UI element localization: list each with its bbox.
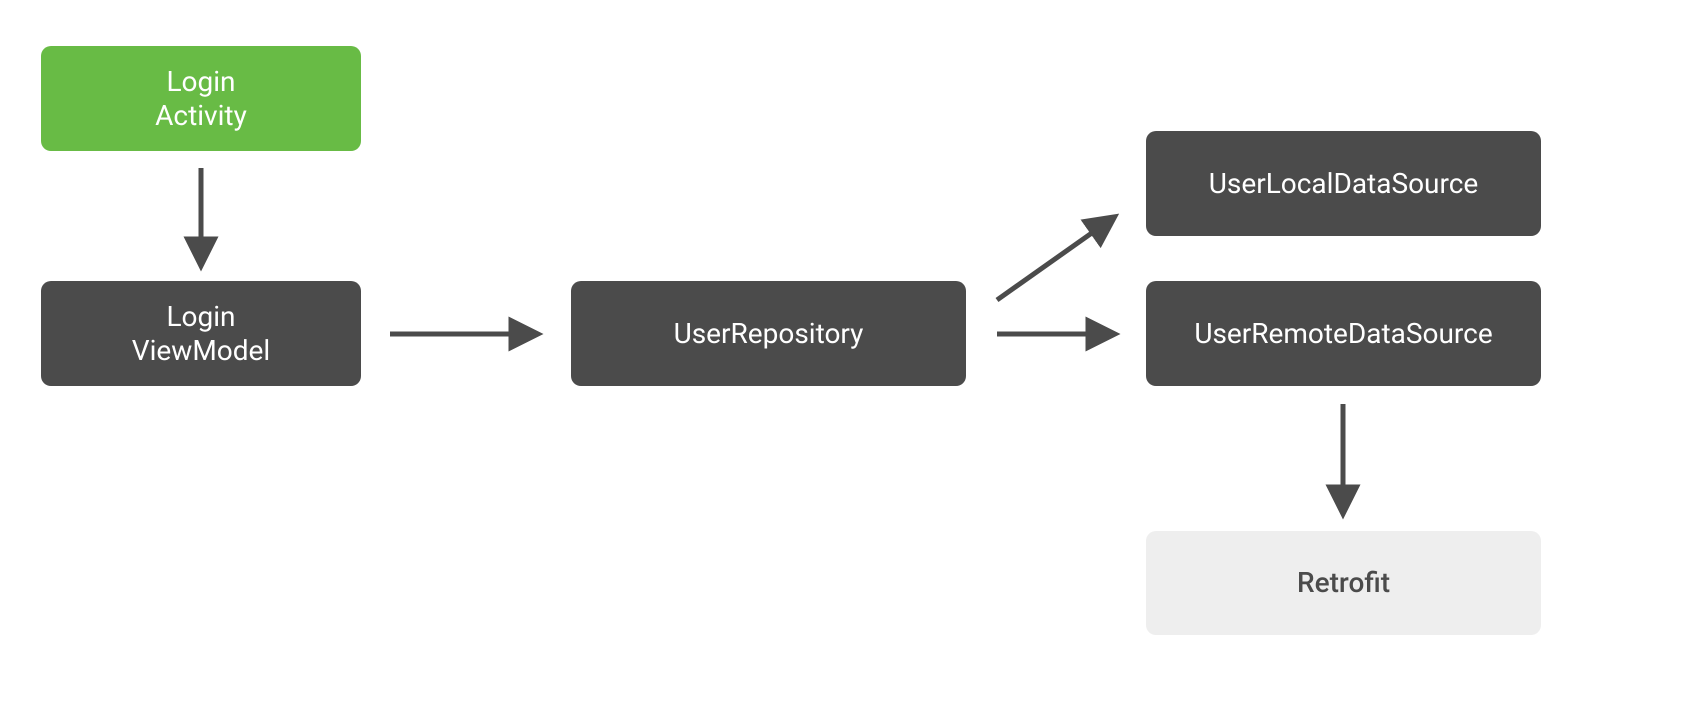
node-user-local-data-source: UserLocalDataSource <box>1146 131 1541 236</box>
node-login-viewmodel: Login ViewModel <box>41 281 361 386</box>
node-label: UserLocalDataSource <box>1209 167 1478 201</box>
arrow-repository-to-local-ds <box>997 218 1113 300</box>
node-label: UserRemoteDataSource <box>1194 317 1492 351</box>
node-retrofit: Retrofit <box>1146 531 1541 635</box>
node-label: Login Activity <box>155 65 247 132</box>
node-user-repository: UserRepository <box>571 281 966 386</box>
node-label: Login ViewModel <box>132 300 270 367</box>
node-label: UserRepository <box>674 317 864 351</box>
node-login-activity: Login Activity <box>41 46 361 151</box>
node-label: Retrofit <box>1297 566 1390 600</box>
node-user-remote-data-source: UserRemoteDataSource <box>1146 281 1541 386</box>
